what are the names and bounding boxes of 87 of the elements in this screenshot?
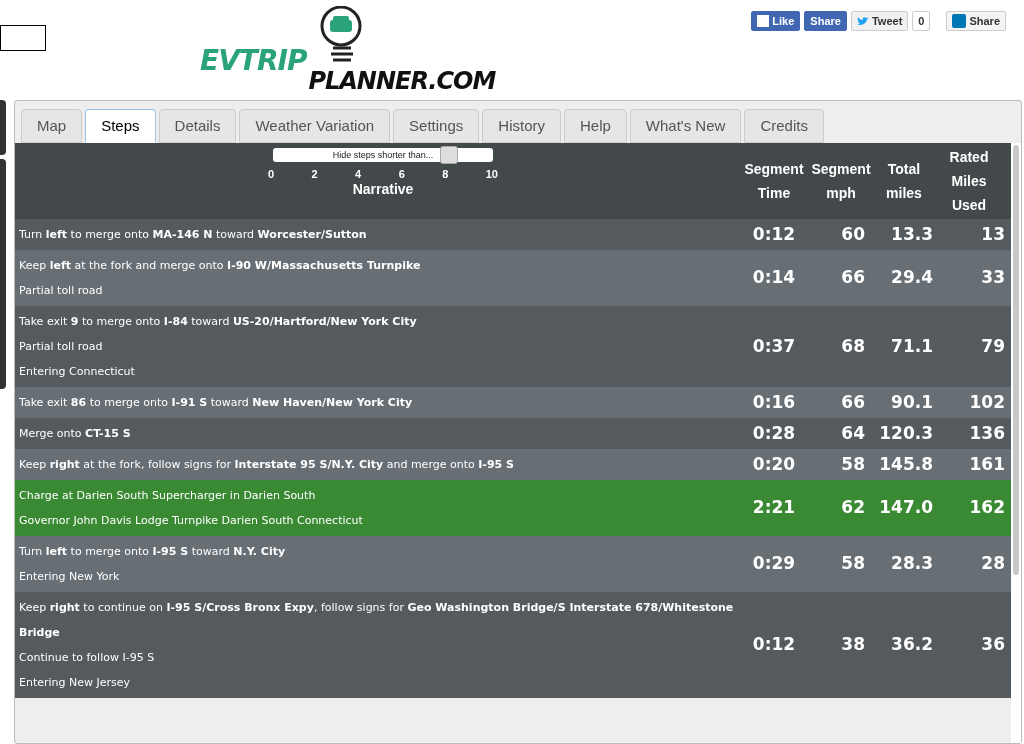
segment-time: 0:28 (751, 421, 797, 445)
segment-time: 2:21 (751, 496, 797, 520)
step-note: Partial toll road (19, 339, 104, 355)
share-button[interactable]: Share (946, 11, 1006, 31)
rated-miles: 13 (980, 222, 1005, 246)
step-instruction: Merge onto CT-15 S (19, 426, 132, 442)
column-header: Segment Time (743, 160, 805, 203)
rated-miles: 102 (968, 390, 1005, 414)
total-miles: 28.3 (890, 552, 933, 576)
slider-tick: 2 (311, 167, 318, 182)
segment-time: 0:29 (751, 552, 797, 576)
tab[interactable]: Weather Variation (239, 109, 391, 143)
share-button[interactable]: Like (751, 11, 801, 31)
step-note: Entering Connecticut (19, 364, 136, 380)
segment-time: 0:16 (751, 390, 797, 414)
step-instruction: Charge at Darien South Supercharger in Darien South (19, 488, 317, 504)
step-instruction: Take exit 86 to merge onto I-91 S toward New Haven/New York City (19, 395, 414, 411)
tab[interactable]: Map (21, 109, 83, 143)
step-note: Governor John Davis Lodge Turnpike Darien South Connecticut (19, 513, 364, 529)
step-instruction: Turn left to merge onto I-95 S toward N.Y. City (19, 544, 287, 560)
step-instruction: Keep left at the fork and merge onto I-90 W/Massachusetts Turnpike (19, 258, 422, 274)
scrollbar[interactable] (1011, 143, 1021, 743)
rated-miles: 162 (968, 496, 1005, 520)
total-miles: 36.2 (890, 633, 933, 657)
step-note: Continue to follow I-95 S (19, 650, 156, 666)
slider-tick: 8 (442, 167, 449, 182)
tab[interactable]: Steps (85, 109, 156, 143)
slider-tick: 0 (268, 167, 275, 182)
segment-mph: 62 (840, 496, 865, 520)
segment-mph: 68 (840, 334, 865, 358)
tab[interactable]: What's New (629, 109, 742, 143)
step-instruction: Keep right to continue on I-95 S/Cross Bronx Expy, follow signs for Geo Washington Bridge/S Interstate 678/Whitestone Bridge (19, 600, 735, 641)
rated-miles: 79 (980, 334, 1005, 358)
slider-thumb[interactable] (440, 146, 458, 164)
segment-mph: 38 (840, 633, 865, 657)
share-button[interactable]: Share (804, 11, 847, 31)
tab[interactable]: Credits (744, 109, 824, 143)
column-header: Total miles (885, 160, 923, 203)
scrollbar-thumb[interactable] (1013, 145, 1019, 575)
step-note: Partial toll road (19, 283, 104, 299)
segment-time: 0:12 (751, 222, 797, 246)
slider-label: Hide steps shorter than... (332, 149, 434, 162)
total-miles: 145.8 (878, 452, 933, 476)
input-field[interactable] (0, 25, 46, 51)
segment-mph: 66 (840, 266, 865, 290)
side-tab[interactable] (0, 100, 6, 155)
column-header: Rated Miles Used (948, 148, 990, 215)
rated-miles: 136 (968, 421, 1005, 445)
step-note: Entering New Jersey (19, 675, 132, 691)
bird-icon (856, 16, 869, 26)
total-miles: 147.0 (878, 496, 933, 520)
column-header: Narrative (352, 179, 414, 199)
rated-miles: 161 (968, 452, 1005, 476)
rated-miles: 28 (980, 552, 1005, 576)
total-miles: 120.3 (878, 421, 933, 445)
total-miles: 29.4 (890, 266, 933, 290)
segment-time: 0:14 (751, 266, 797, 290)
tab[interactable]: Settings (393, 109, 480, 143)
segment-mph: 58 (840, 552, 865, 576)
share-button[interactable]: Tweet (850, 11, 909, 31)
segment-mph: 64 (840, 421, 865, 445)
rated-miles: 33 (980, 266, 1005, 290)
tab[interactable]: Details (158, 109, 237, 143)
segment-time: 0:37 (751, 334, 797, 358)
column-header: Segment mph (810, 160, 872, 203)
slider-tick: 4 (355, 167, 362, 182)
total-miles: 13.3 (890, 222, 933, 246)
total-miles: 71.1 (890, 334, 933, 358)
slider-tick: 10 (485, 167, 498, 182)
step-note: Entering New York (19, 569, 121, 585)
tab[interactable]: History (482, 109, 561, 143)
slider-tick: 6 (398, 167, 405, 182)
logo-text: PLANNER.COM (308, 66, 496, 96)
segment-mph: 58 (840, 452, 865, 476)
segment-time: 0:20 (751, 452, 797, 476)
step-instruction: Turn left to merge onto MA-146 N toward Worcester/Sutton (19, 227, 368, 243)
rated-miles: 36 (980, 633, 1005, 657)
share-count[interactable]: 0 (912, 11, 931, 31)
slider[interactable]: Hide steps shorter than... (273, 148, 493, 162)
tab[interactable]: Help (563, 109, 627, 143)
total-miles: 90.1 (890, 390, 933, 414)
segment-mph: 60 (840, 222, 865, 246)
step-instruction: Take exit 9 to merge onto I-84 toward US-20/Hartford/New York City (19, 314, 418, 330)
segment-mph: 66 (840, 390, 865, 414)
segment-time: 0:12 (751, 633, 797, 657)
step-instruction: Keep right at the fork, follow signs for Interstate 95 S/N.Y. City and merge onto I-95 S (19, 457, 515, 473)
logo-text: EVTRIP (200, 43, 307, 79)
